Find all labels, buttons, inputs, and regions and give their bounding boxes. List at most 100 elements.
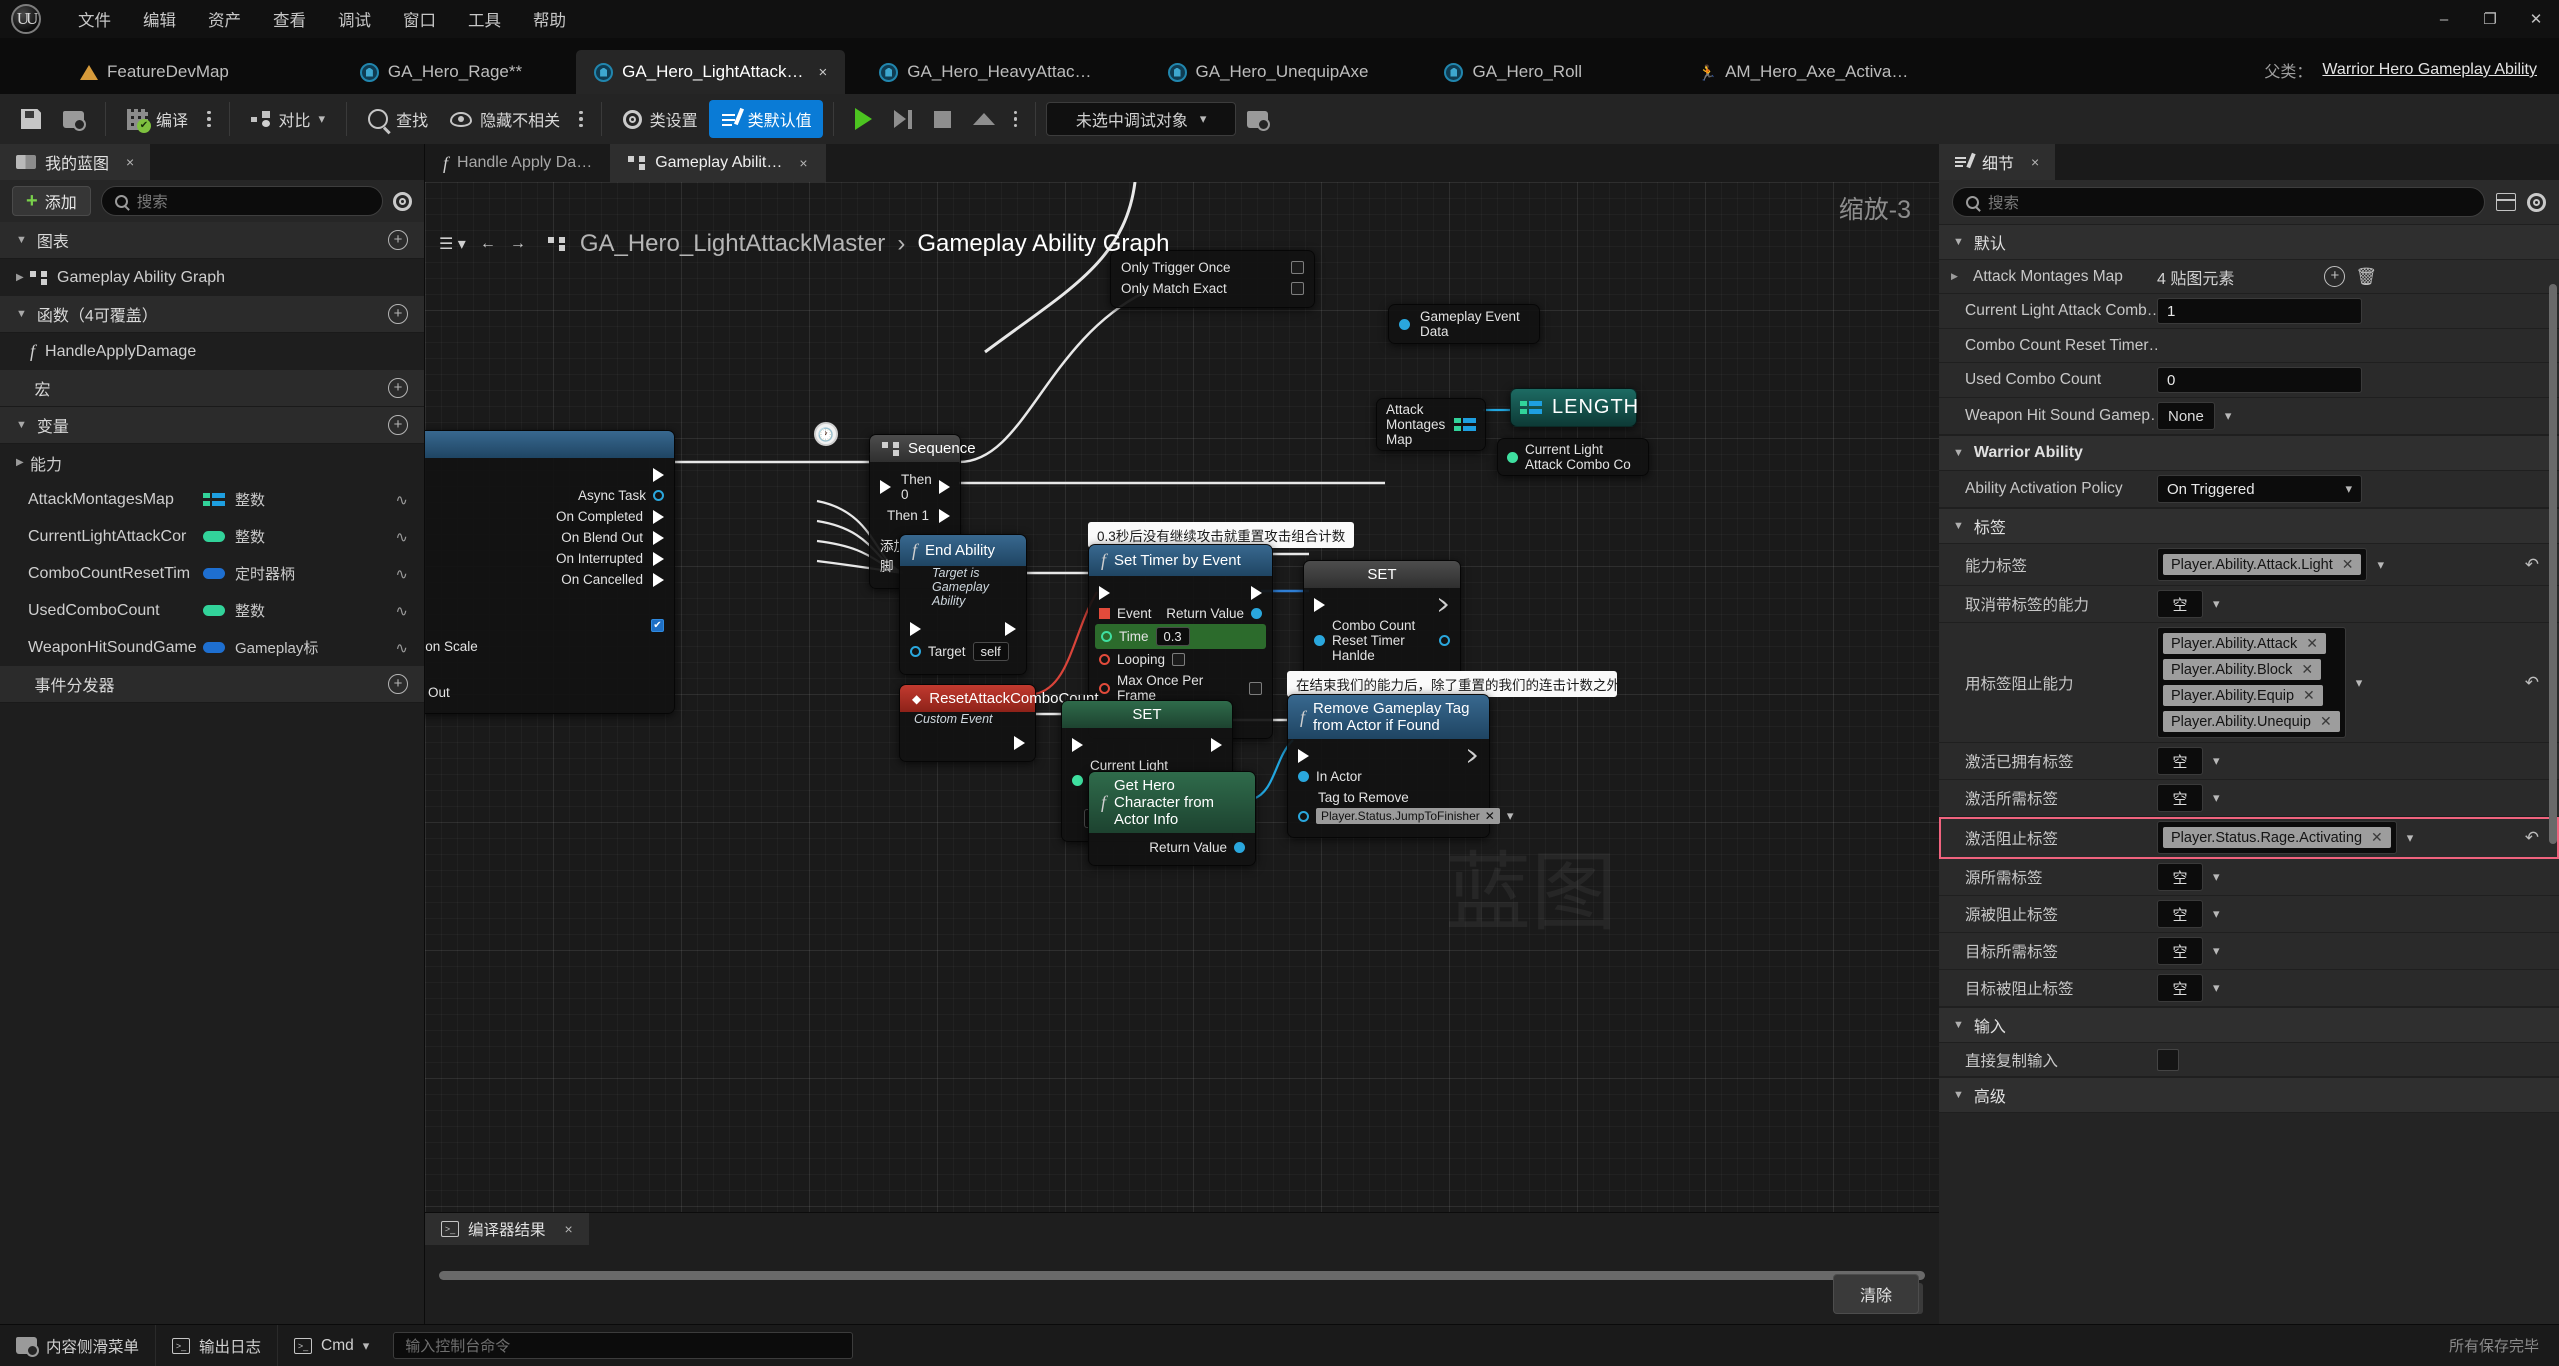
details-row-ability-activation-policy[interactable]: Ability Activation Policy On Triggered ▾ [1939, 471, 2559, 508]
menu-item-file[interactable]: 文件 [62, 3, 127, 35]
node-gameplay-event-data[interactable]: Gameplay Event Data [1388, 304, 1540, 344]
chevron-right-icon[interactable]: ▶ [1951, 271, 1965, 282]
details-row-activation-required-tags[interactable]: 激活所需标签 空 ▾ [1939, 780, 2559, 817]
exec-pin-icon[interactable] [1298, 749, 1309, 763]
details-row-target-blocked-tags[interactable]: 目标被阻止标签 空 ▾ [1939, 970, 2559, 1007]
chevron-down-icon[interactable]: ▾ [2407, 830, 2414, 846]
asset-tab-ga-hero-roll[interactable]: GA_Hero_Roll [1426, 50, 1600, 94]
remove-tag-icon[interactable]: ✕ [2306, 635, 2318, 652]
details-section-tags[interactable]: ▼ 标签 [1939, 508, 2559, 544]
details-row-target-required-tags[interactable]: 目标所需标签 空 ▾ [1939, 933, 2559, 970]
maximize-button[interactable]: ❐ [2467, 0, 2513, 38]
node-get-current-light-attack-combo-count[interactable]: Current Light Attack Combo Co [1497, 438, 1649, 476]
revert-icon[interactable]: ↶ [2525, 673, 2547, 693]
asset-tab-am-hero-axe-activate[interactable]: AM_Hero_Axe_Activa… [1680, 50, 1926, 94]
back-button[interactable]: ← [480, 235, 496, 253]
details-row-current-light-attack-combo[interactable]: Current Light Attack Comb… 1 [1939, 294, 2559, 329]
tag-chip[interactable]: Player.Ability.Attack ✕ [2163, 633, 2326, 654]
debug-object-selector[interactable]: 未选中调试对象 ▾ [1046, 102, 1237, 136]
map-pin-icon[interactable] [1454, 417, 1476, 432]
details-row-cancel-abilities-with-tag[interactable]: 取消带标签的能力 空 ▾ [1939, 586, 2559, 623]
tag-chip[interactable]: Player.Status.JumpToFinisher ✕ [1316, 808, 1500, 824]
exec-pin-icon[interactable] [1211, 738, 1222, 752]
tag-chip[interactable]: Player.Ability.Block ✕ [2163, 659, 2322, 680]
menu-item-edit[interactable]: 编辑 [127, 3, 192, 35]
gear-icon[interactable] [2527, 192, 2546, 212]
struct-pin-icon[interactable] [1439, 635, 1450, 646]
exec-pin-icon[interactable] [653, 468, 664, 482]
minimize-button[interactable]: – [2421, 0, 2467, 38]
class-settings-button[interactable]: 类设置 [612, 100, 709, 138]
breadcrumb-asset[interactable]: GA_Hero_LightAttackMaster [580, 230, 885, 258]
cmd-selector[interactable]: >_ Cmd ▾ [278, 1325, 385, 1366]
section-event-dispatchers[interactable]: ▶ 事件分发器 + [0, 666, 424, 703]
details-row-weapon-hit-sound-gameplay-cue[interactable]: Weapon Hit Sound Gamep… None ▾ [1939, 398, 2559, 435]
enum-value[interactable]: None [2157, 402, 2215, 430]
compile-button[interactable]: 编译 [116, 100, 199, 138]
int-pin-icon[interactable] [1507, 451, 1518, 463]
find-button[interactable]: 查找 [357, 100, 439, 138]
object-pin-icon[interactable] [1298, 771, 1309, 782]
empty-value[interactable]: 空 [2157, 974, 2203, 1002]
tag-chip[interactable]: Player.Ability.Unequip ✕ [2163, 711, 2340, 732]
close-window-button[interactable]: ✕ [2513, 0, 2559, 38]
menu-item-debug[interactable]: 调试 [322, 3, 387, 35]
exec-pin-icon[interactable] [1468, 749, 1479, 763]
checkbox[interactable] [1172, 653, 1186, 666]
chevron-down-icon[interactable]: ▾ [2213, 790, 2220, 806]
step-button[interactable] [883, 100, 923, 138]
delegate-pin-icon[interactable] [1099, 608, 1110, 619]
add-macro-button[interactable]: + [388, 378, 408, 398]
asset-tab-ga-hero-unequipaxe[interactable]: GA_Hero_UnequipAxe [1150, 50, 1387, 94]
unreal-logo-icon[interactable]: UU [0, 0, 52, 38]
remove-tag-icon[interactable]: ✕ [2342, 556, 2354, 573]
exec-pin-icon[interactable] [939, 508, 950, 523]
graph-canvas[interactable]: ☰ ▾ ← → GA_Hero_LightAttackMaster › Game… [425, 182, 1939, 1324]
forward-button[interactable]: → [510, 235, 526, 253]
node-map-length[interactable]: LENGTH [1510, 388, 1638, 427]
details-row-attack-montages-map[interactable]: ▶ Attack Montages Map 4 贴图元素 + 🗑 [1939, 260, 2559, 294]
checkbox[interactable] [2157, 1048, 2179, 1071]
empty-value[interactable]: 空 [2157, 900, 2203, 928]
node-get-attack-montages-map[interactable]: Attack Montages Map [1376, 398, 1486, 451]
tag-container[interactable]: Player.Ability.Attack.Light ✕ [2157, 548, 2368, 581]
close-icon[interactable]: × [565, 1221, 573, 1237]
my-blueprint-search-input[interactable]: 搜索 [100, 186, 383, 216]
time-value[interactable]: 0.3 [1155, 627, 1190, 646]
exec-pin-icon[interactable] [910, 622, 921, 636]
close-icon[interactable]: × [799, 155, 807, 171]
add-dispatcher-button[interactable]: + [388, 674, 408, 694]
eject-button[interactable] [962, 100, 1006, 138]
remove-tag-icon[interactable]: ✕ [2320, 713, 2332, 730]
node-reset-attack-combo-count[interactable]: ◆ ResetAttackComboCount Custom Event [899, 684, 1098, 762]
remove-tag-icon[interactable]: ✕ [2303, 687, 2315, 704]
exec-pin-icon[interactable] [1314, 598, 1325, 612]
exec-pin-icon[interactable] [1014, 736, 1025, 750]
empty-value[interactable]: 空 [2157, 784, 2203, 812]
chevron-right-icon[interactable]: ▶ [16, 272, 30, 283]
parent-class-link[interactable]: Warrior Hero Gameplay Ability [2322, 61, 2537, 79]
variable-group-ability[interactable]: ▶ 能力 [0, 444, 424, 481]
exec-pin-icon[interactable] [653, 530, 664, 545]
exec-pin-icon[interactable] [1072, 738, 1083, 752]
details-row-replicate-input-directly[interactable]: 直接复制输入 [1939, 1043, 2559, 1077]
section-functions[interactable]: ▼ 函数（4可覆盖） + [0, 296, 424, 333]
empty-value[interactable]: 空 [2157, 590, 2203, 618]
remove-tag-icon[interactable]: ✕ [2301, 661, 2313, 678]
details-row-combo-count-reset-timer[interactable]: Combo Count Reset Timer… [1939, 329, 2559, 363]
section-variables[interactable]: ▼ 变量 + [0, 407, 424, 444]
chevron-down-icon[interactable]: ▾ [2213, 596, 2220, 612]
trash-icon[interactable]: 🗑 [2355, 267, 2377, 287]
list-item[interactable]: UsedComboCount 整数 ∿ [0, 592, 424, 629]
object-pin-icon[interactable] [1234, 842, 1245, 853]
revert-icon[interactable]: ↶ [2525, 828, 2547, 848]
menu-item-tools[interactable]: 工具 [452, 3, 517, 35]
checkbox[interactable] [651, 619, 664, 632]
tab-my-blueprint[interactable]: 我的蓝图 × [0, 144, 151, 180]
number-input[interactable]: 0 [2157, 367, 2362, 393]
activation-policy-dropdown[interactable]: On Triggered ▾ [2157, 475, 2362, 503]
stop-button[interactable] [923, 100, 962, 138]
node-set-combo-count-reset-timer-handle[interactable]: SET Combo Count Reset Timer Hanlde [1303, 560, 1461, 677]
empty-value[interactable]: 空 [2157, 937, 2203, 965]
number-input[interactable]: 1 [2157, 298, 2362, 324]
